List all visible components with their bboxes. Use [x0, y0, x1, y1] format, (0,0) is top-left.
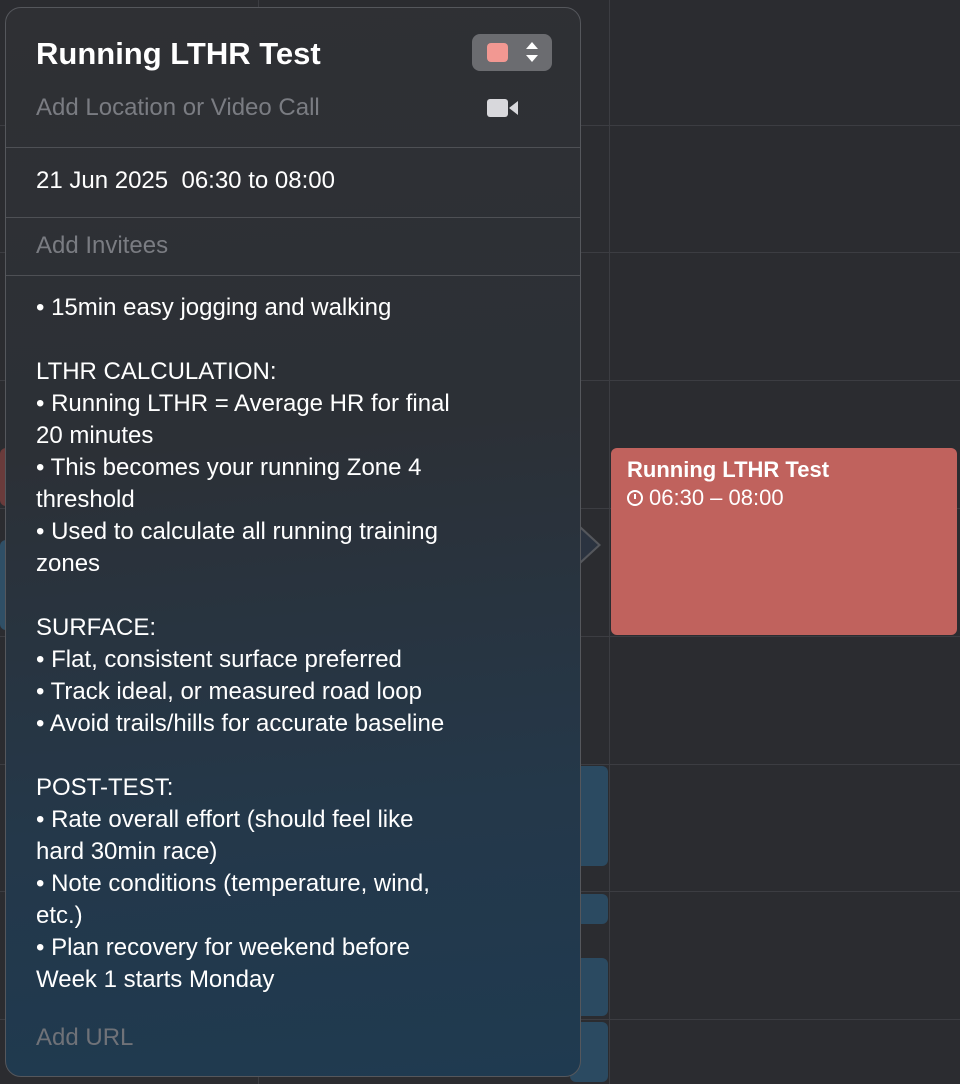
chevron-up-icon — [526, 42, 538, 49]
calendar-color-picker[interactable] — [472, 34, 552, 71]
location-field[interactable]: Add Location or Video Call — [36, 93, 320, 123]
notes-line — [36, 740, 536, 772]
notes-line: • 15min easy jogging and walking — [36, 294, 392, 321]
invitees-field[interactable]: Add Invitees — [36, 231, 168, 261]
notes-line: etc.) — [36, 902, 83, 929]
calendar-event-block[interactable]: Running LTHR Test 06:30 – 08:00 — [611, 448, 957, 635]
notes-line: • Used to calculate all running training — [36, 518, 438, 545]
calendar-event-title: Running LTHR Test — [627, 457, 830, 482]
calendar-event-time-row: 06:30 – 08:00 — [627, 483, 941, 513]
chevron-down-icon — [526, 55, 538, 62]
notes-line: • Plan recovery for weekend before — [36, 934, 410, 961]
notes-line: LTHR CALCULATION: — [36, 358, 277, 385]
event-date-time[interactable]: 21 Jun 2025 06:30 to 08:00 — [36, 166, 335, 196]
notes-line: threshold — [36, 486, 135, 513]
video-camera-icon[interactable] — [487, 98, 519, 118]
notes-line: • Track ideal, or measured road loop — [36, 678, 422, 705]
notes-line: zones — [36, 550, 101, 577]
notes-line — [36, 580, 536, 612]
calendar-event-time: 06:30 – 08:00 — [649, 485, 784, 510]
grid-column-line — [609, 0, 610, 1084]
notes-line: • Note conditions (temperature, wind, — [36, 870, 430, 897]
divider — [6, 147, 580, 148]
clock-icon — [627, 490, 643, 506]
notes-line: • This becomes your running Zone 4 — [36, 454, 422, 481]
event-date: 21 Jun 2025 — [36, 167, 169, 194]
notes-line: • Rate overall effort (should feel like — [36, 806, 414, 833]
event-detail-popover: Running LTHR Test Add Location or Video … — [5, 7, 581, 1077]
divider — [6, 275, 580, 276]
notes-line: Week 1 starts Monday — [36, 966, 275, 993]
notes-line: hard 30min race) — [36, 838, 218, 865]
divider — [6, 217, 580, 218]
notes-line: • Running LTHR = Average HR for final — [36, 390, 450, 417]
notes-line: 20 minutes — [36, 422, 154, 449]
notes-line — [36, 324, 536, 356]
notes-line: SURFACE: — [36, 614, 157, 641]
notes-line: • Avoid trails/hills for accurate baseli… — [36, 710, 445, 737]
notes-line: • Flat, consistent surface preferred — [36, 646, 402, 673]
event-title[interactable]: Running LTHR Test — [36, 36, 321, 72]
calendar-color-swatch — [487, 43, 508, 62]
url-field[interactable]: Add URL — [36, 1023, 133, 1053]
event-time-range: 06:30 to 08:00 — [181, 167, 335, 194]
notes-line: POST-TEST: — [36, 774, 174, 801]
event-notes[interactable]: • 15min easy jogging and walking LTHR CA… — [36, 292, 536, 996]
